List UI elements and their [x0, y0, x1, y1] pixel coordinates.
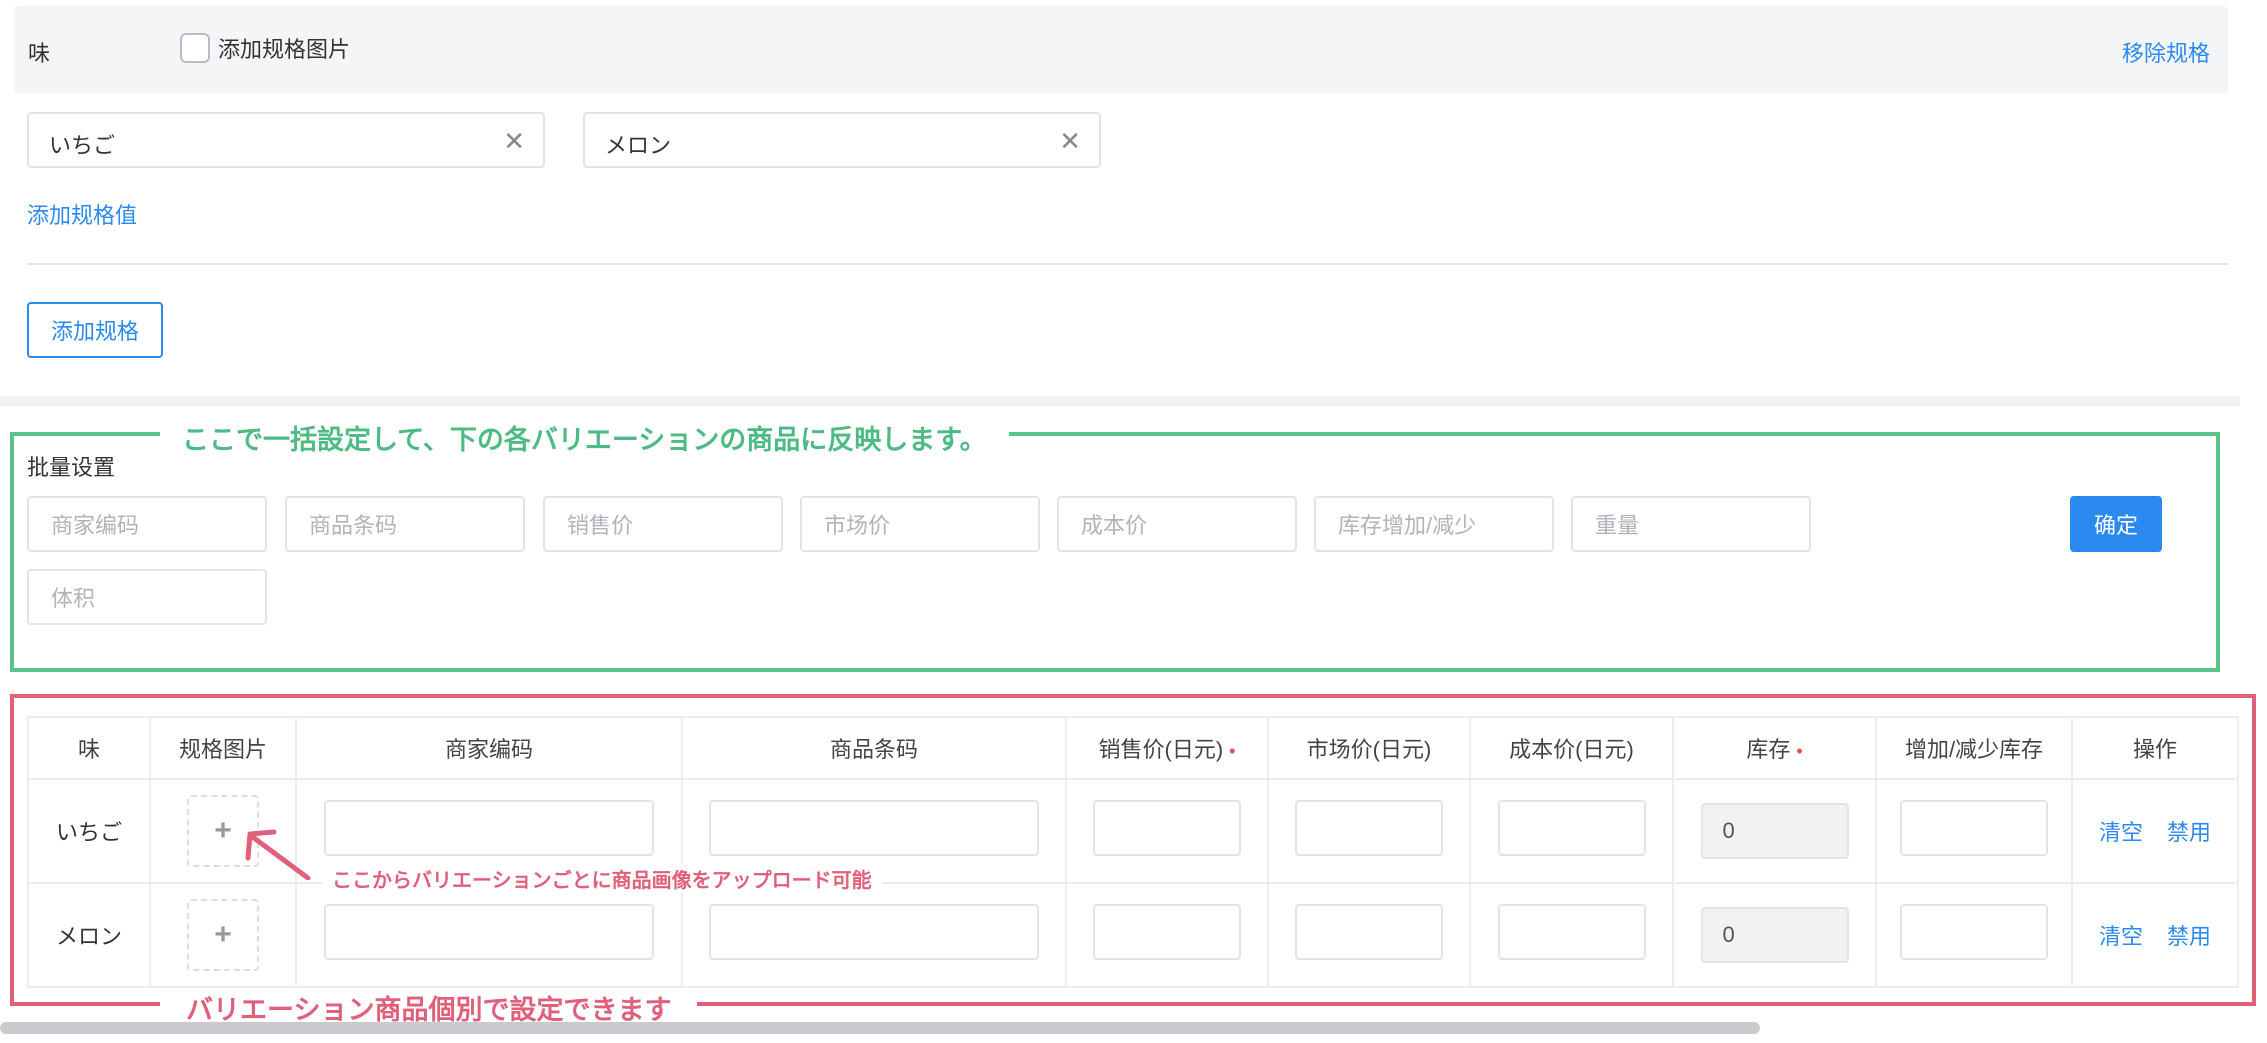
add-spec-image-toggle[interactable]: 添加规格图片 [180, 32, 350, 64]
flavor-cell: メロン [27, 882, 151, 988]
required-mark: • [1229, 741, 1236, 761]
stock-change-input[interactable] [1900, 904, 2048, 960]
batch-barcode-input[interactable]: 商品条码 [285, 496, 525, 552]
table-header-row: 味 规格图片 商家编码 商品条码 销售价(日元) • 市场价(日元) 成本价(日元… [27, 716, 2239, 780]
clear-link[interactable]: 清空 [2099, 924, 2143, 949]
column-header: 味 [27, 716, 151, 780]
remove-value-icon[interactable]: ✕ [503, 126, 525, 157]
market-price-input[interactable] [1295, 800, 1443, 856]
disable-link[interactable]: 禁用 [2167, 820, 2211, 845]
spec-header: 味 添加规格图片 移除规格 [14, 6, 2228, 94]
column-header: 库存 • [1672, 716, 1877, 780]
batch-annotation-frame [10, 432, 2220, 672]
batch-title: 批量设置 [27, 455, 116, 480]
column-header: 操作 [2071, 716, 2239, 780]
batch-market-price-input[interactable]: 市场价 [800, 496, 1040, 552]
stock-change-input[interactable] [1900, 800, 2048, 856]
add-spec-image-checkbox[interactable] [180, 33, 210, 63]
batch-confirm-button[interactable]: 确定 [2070, 496, 2162, 552]
batch-volume-input[interactable]: 体积 [27, 569, 267, 625]
flavor-cell: いちご [27, 778, 151, 884]
upload-annotation: ここからバリエーションごとに商品画像をアップロード可能 [322, 864, 882, 893]
sale-price-input[interactable] [1093, 800, 1241, 856]
stock-field: 0 [1700, 803, 1849, 859]
column-header: 销售价(日元) • [1065, 716, 1269, 780]
image-cell: + [149, 882, 297, 988]
cost-price-input[interactable] [1497, 800, 1646, 856]
column-header: 增加/减少库存 [1875, 716, 2073, 780]
clear-link[interactable]: 清空 [2099, 820, 2143, 845]
batch-sale-price-input[interactable]: 销售价 [543, 496, 783, 552]
spec-value-input[interactable]: いちご ✕ [27, 112, 545, 168]
section-separator [0, 396, 2240, 406]
column-header: 规格图片 [149, 716, 297, 780]
merchant-code-input[interactable] [324, 800, 654, 856]
remove-value-icon[interactable]: ✕ [1059, 126, 1081, 157]
sale-price-input[interactable] [1093, 904, 1241, 960]
batch-stock-change-input[interactable]: 库存增加/减少 [1314, 496, 1554, 552]
image-upload-button[interactable]: + [187, 899, 259, 971]
batch-weight-input[interactable]: 重量 [1571, 496, 1811, 552]
cost-price-input[interactable] [1497, 904, 1646, 960]
table-row: メロン + 0 清空 禁用 [27, 882, 2239, 988]
annotation-arrow-icon [245, 829, 311, 880]
disable-link[interactable]: 禁用 [2167, 924, 2211, 949]
add-spec-value-link[interactable]: 添加规格值 [27, 198, 137, 230]
batch-merchant-code-input[interactable]: 商家编码 [27, 496, 267, 552]
merchant-code-input[interactable] [324, 904, 654, 960]
spec-value-text: メロン [605, 133, 672, 158]
column-header: 商家编码 [295, 716, 683, 780]
horizontal-scrollbar[interactable] [0, 1022, 1760, 1034]
spec-value-input[interactable]: メロン ✕ [583, 112, 1101, 168]
batch-annotation: ここで一括設定して、下の各バリエーションの商品に反映します。 [160, 418, 1009, 457]
batch-cost-price-input[interactable]: 成本价 [1057, 496, 1297, 552]
market-price-input[interactable] [1295, 904, 1443, 960]
barcode-input[interactable] [709, 904, 1039, 960]
column-header: 成本价(日元) [1469, 716, 1674, 780]
barcode-input[interactable] [709, 800, 1039, 856]
add-spec-button[interactable]: 添加规格 [27, 302, 163, 358]
remove-spec-link[interactable]: 移除规格 [2122, 36, 2210, 68]
stock-field: 0 [1700, 907, 1849, 963]
add-spec-image-label: 添加规格图片 [218, 37, 351, 62]
sku-table: 味 规格图片 商家编码 商品条码 销售价(日元) • 市场价(日元) 成本价(日元… [27, 716, 2239, 988]
required-mark: • [1796, 741, 1803, 761]
column-header: 市场价(日元) [1267, 716, 1471, 780]
spec-value-text: いちご [49, 133, 116, 158]
divider [27, 263, 2228, 265]
spec-name: 味 [28, 41, 51, 66]
column-header: 商品条码 [681, 716, 1067, 780]
